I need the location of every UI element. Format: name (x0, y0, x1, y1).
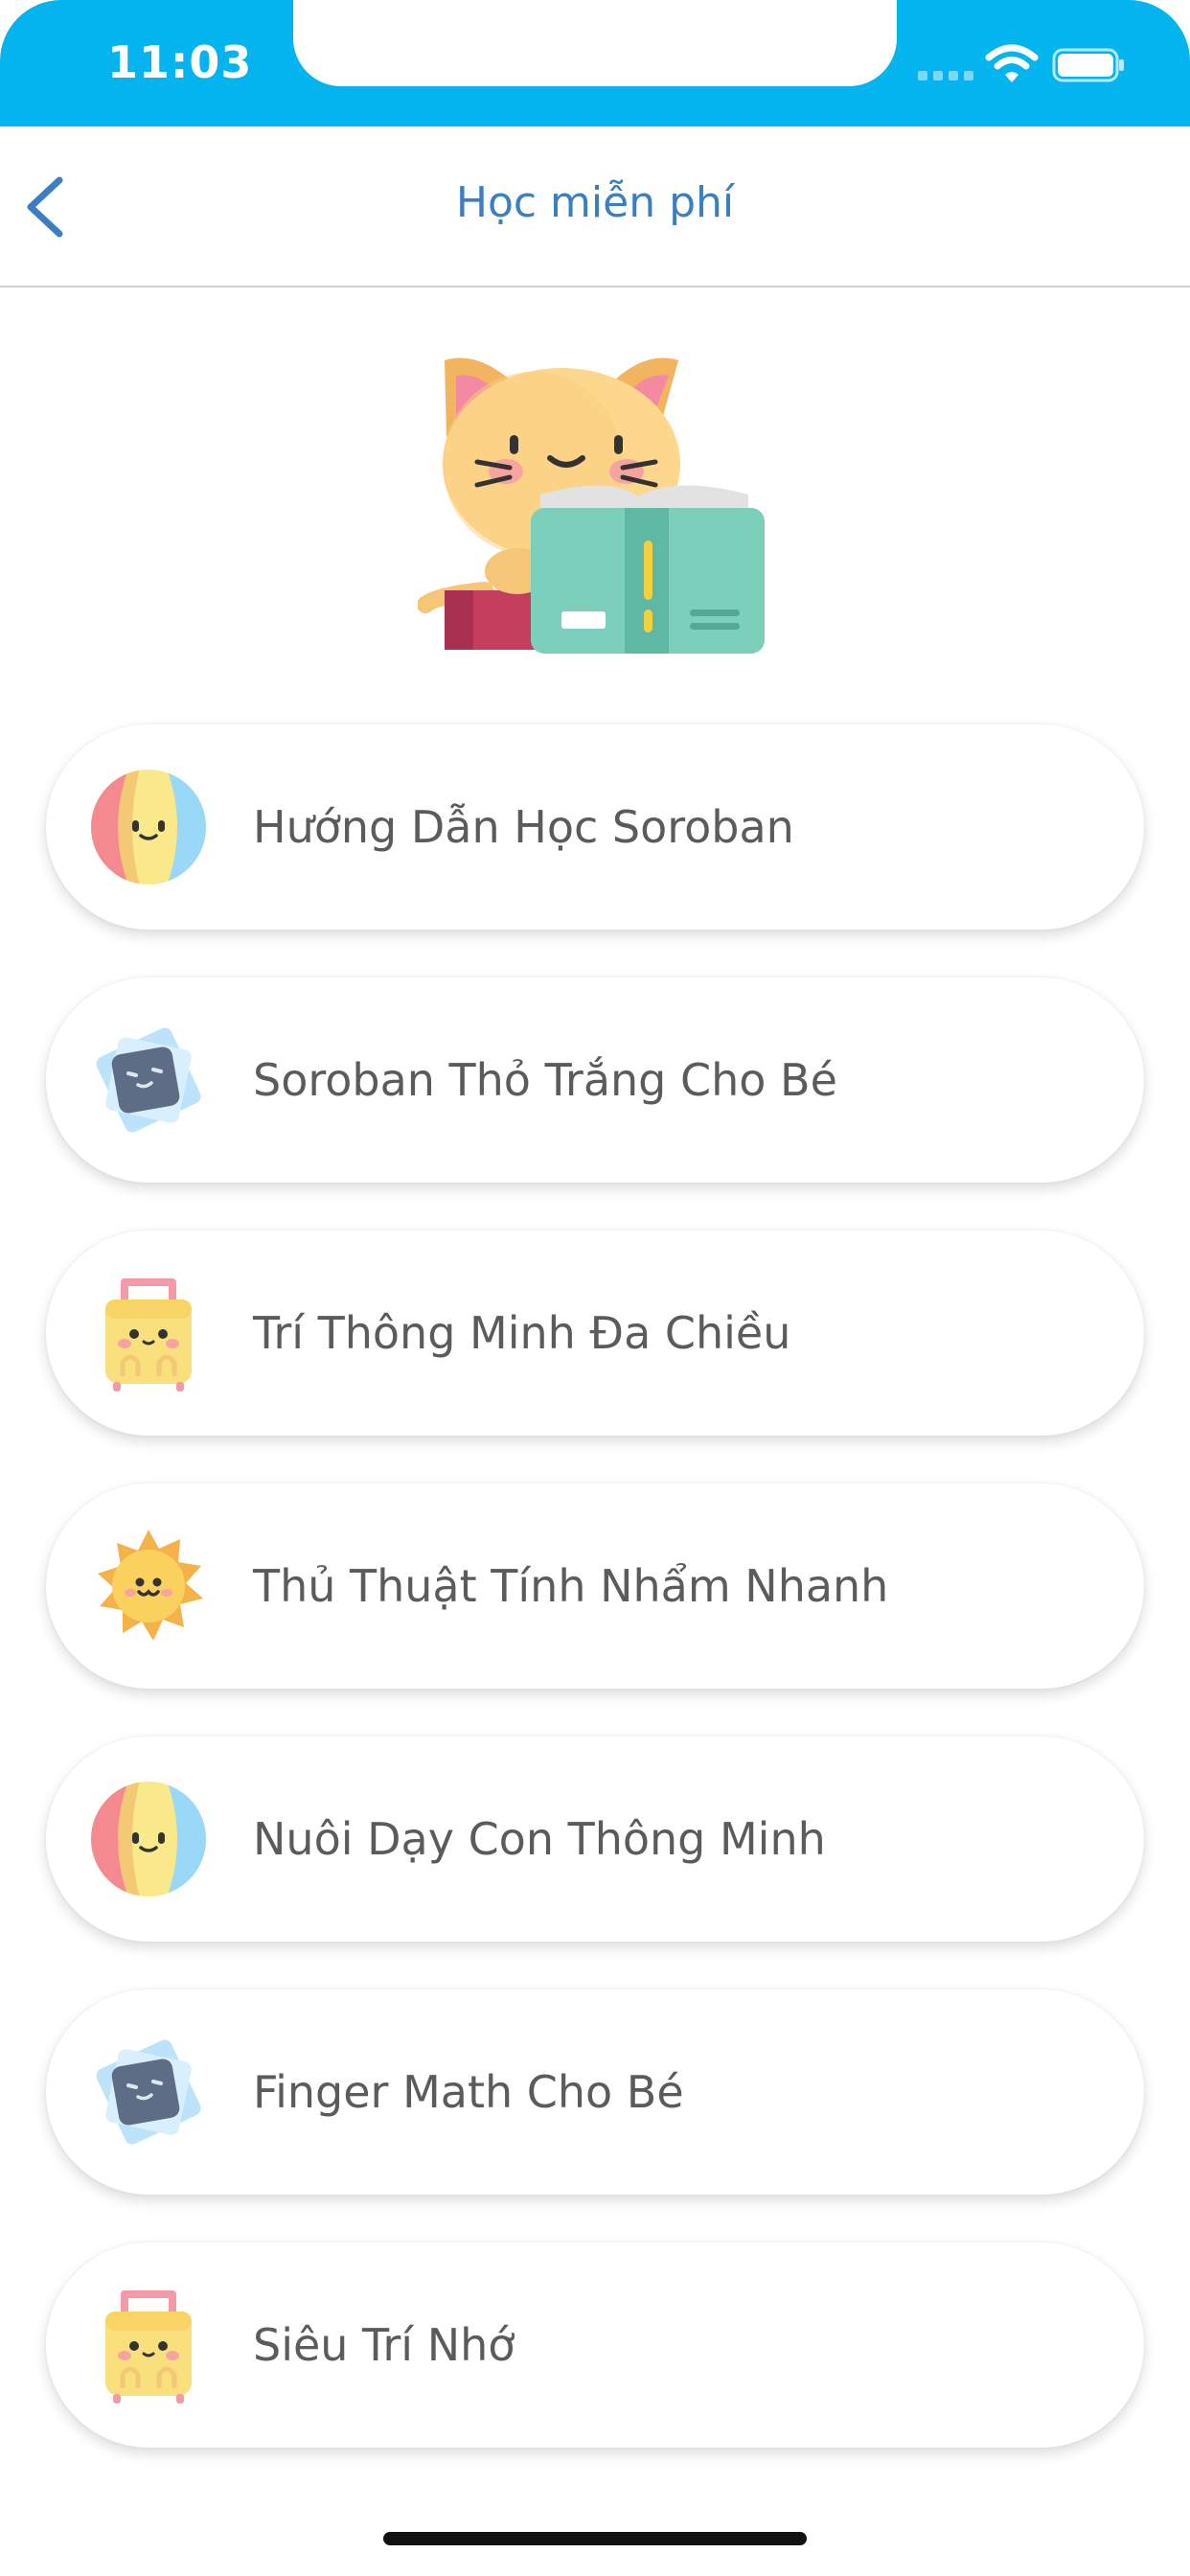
list-item-label: Trí Thông Minh Đa Chiều (253, 1307, 791, 1359)
sun-face-icon (98, 1530, 203, 1641)
list-item-label: Finger Math Cho Bé (253, 2066, 684, 2118)
list-item[interactable]: Finger Math Cho Bé (46, 1990, 1144, 2195)
wifi-icon (985, 44, 1039, 82)
page-title: Học miễn phí (455, 178, 735, 227)
list-item[interactable]: Soroban Thỏ Trắng Cho Bé (46, 978, 1144, 1183)
blue-card-face-icon (96, 1027, 201, 1133)
list-item-label: Hướng Dẫn Học Soroban (253, 801, 794, 853)
list-item-label: Nuôi Dạy Con Thông Minh (253, 1813, 826, 1865)
status-time: 11:03 (107, 36, 253, 88)
blue-card-face-icon (96, 2039, 201, 2145)
list-item[interactable]: Trí Thông Minh Đa Chiều (46, 1230, 1144, 1436)
beach-ball-icon (91, 770, 206, 885)
list-item-label: Soroban Thỏ Trắng Cho Bé (253, 1054, 837, 1106)
status-bar: 11:03 (0, 0, 1190, 126)
cat-reading-book-illustration (418, 357, 765, 654)
beach-ball-icon (91, 1782, 206, 1897)
battery-icon (1052, 48, 1124, 82)
list-item[interactable]: Nuôi Dạy Con Thông Minh (46, 1736, 1144, 1942)
course-list: Hướng Dẫn Học Soroban Soroban Thỏ Trắng … (46, 724, 1144, 2496)
home-indicator (383, 2532, 807, 2545)
list-item-label: Siêu Trí Nhớ (253, 2319, 515, 2371)
yellow-suitcase-icon (105, 1278, 192, 1392)
list-item[interactable]: Thủ Thuật Tính Nhẩm Nhanh (46, 1484, 1144, 1689)
cellular-signal-icon (918, 67, 979, 80)
list-item[interactable]: Hướng Dẫn Học Soroban (46, 724, 1144, 930)
yellow-suitcase-icon (105, 2290, 192, 2404)
list-item-label: Thủ Thuật Tính Nhẩm Nhanh (253, 1560, 889, 1612)
notch (293, 0, 897, 86)
list-item[interactable]: Siêu Trí Nhớ (46, 2242, 1144, 2448)
navigation-bar: Học miễn phí (0, 126, 1190, 288)
